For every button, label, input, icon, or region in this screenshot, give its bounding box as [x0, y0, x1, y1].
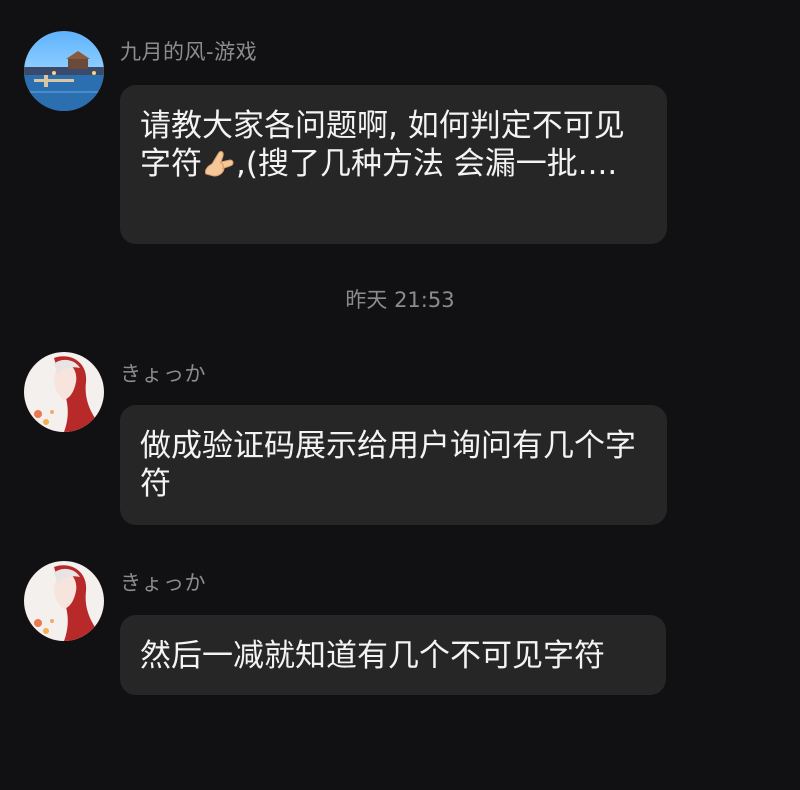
message-bubble[interactable]: 请教大家各问题啊, 如何判定不可见字符 ,(搜了几种方法 会漏一批....: [120, 85, 667, 244]
anime-character-avatar-image: [24, 561, 104, 641]
lake-pier-avatar-image: [24, 31, 104, 111]
user-avatar-lake[interactable]: [24, 31, 104, 111]
timestamp-divider: 昨天 21:53: [345, 288, 455, 312]
chat-thread: 九月的风-游戏 请教大家各问题啊, 如何判定不可见字符 ,(搜了几种方法 会漏一…: [0, 0, 800, 790]
pinching-hand-icon: [202, 148, 236, 187]
sender-name[interactable]: 九月的风-游戏: [120, 36, 257, 66]
user-avatar-anime[interactable]: [24, 352, 104, 432]
sender-name[interactable]: きょっか: [120, 358, 206, 388]
sender-name[interactable]: きょっか: [120, 567, 206, 597]
anime-character-avatar-image: [24, 352, 104, 432]
message-text: 做成验证码展示给用户询问有几个字符: [140, 428, 636, 502]
user-avatar-anime[interactable]: [24, 561, 104, 641]
message-text: 然后一减就知道有几个不可见字符: [140, 638, 605, 674]
message-text-part: ,(搜了几种方法 会漏一批....: [236, 146, 618, 182]
message-bubble[interactable]: 做成验证码展示给用户询问有几个字符: [120, 405, 667, 525]
message-bubble[interactable]: 然后一减就知道有几个不可见字符: [120, 615, 666, 695]
